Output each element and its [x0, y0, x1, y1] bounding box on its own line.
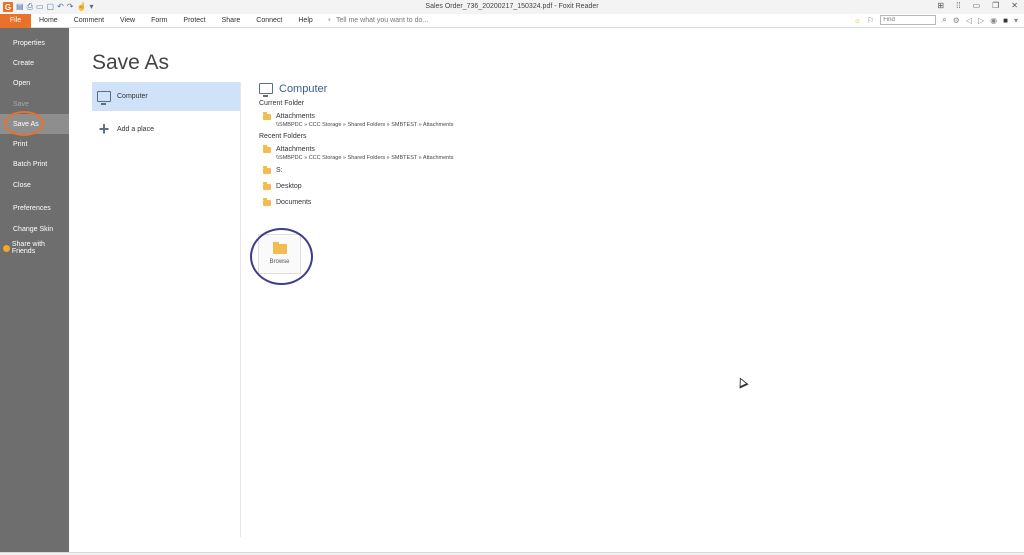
- menu-view[interactable]: View: [112, 14, 143, 28]
- undo-icon[interactable]: ↶: [57, 3, 64, 11]
- menu-form[interactable]: Form: [143, 14, 175, 28]
- menu-right-tools: ☼ ⚐ ⌕ ⚙ ◁ ▷ ◉ ■ ▾: [854, 15, 1018, 25]
- folder-path: \\SMBPDC » CCC Storage » Shared Folders …: [276, 155, 454, 161]
- current-folder-label: Current Folder: [259, 100, 305, 107]
- menu-share[interactable]: Share: [214, 14, 249, 28]
- recent-folder-item[interactable]: Desktop: [259, 178, 559, 194]
- sidebar-item-preferences[interactable]: Preferences: [0, 198, 69, 218]
- plus-icon: +: [98, 119, 110, 139]
- minimize-icon[interactable]: ▭: [973, 1, 981, 10]
- recent-folders-label: Recent Folders: [259, 133, 307, 140]
- detail-title: Computer: [279, 82, 328, 95]
- sidebar-item-print[interactable]: Print: [0, 134, 69, 154]
- close-icon[interactable]: ✕: [1011, 1, 1018, 10]
- menu-protect[interactable]: Protect: [175, 14, 213, 28]
- browse-highlight-circle: [250, 228, 313, 285]
- title-bar: G ▤ ⎙ ▭ ▢ ↶ ↷ ☝ ▾ Sales Order_736_202002…: [0, 0, 1024, 14]
- next-icon[interactable]: ▷: [978, 16, 984, 25]
- recent-folder-item[interactable]: Documents: [259, 194, 559, 210]
- menu-comment[interactable]: Comment: [66, 14, 112, 28]
- place-computer[interactable]: Computer: [92, 82, 240, 111]
- redo-icon[interactable]: ↷: [67, 3, 74, 11]
- user-icon[interactable]: ■: [1003, 16, 1008, 25]
- quick-access-toolbar: G ▤ ⎙ ▭ ▢ ↶ ↷ ☝ ▾: [0, 0, 93, 14]
- more-icon[interactable]: ▾: [1014, 16, 1018, 25]
- tell-me-text: Tell me what you want to do...: [336, 17, 429, 24]
- sidebar-item-create[interactable]: Create: [0, 53, 69, 73]
- apps-icon[interactable]: ⁞⁞: [956, 1, 960, 10]
- computer-icon: [259, 83, 273, 97]
- folder-name: S:: [276, 166, 283, 174]
- ribbon-menu-bar: File Home Comment View Form Protect Shar…: [0, 13, 1024, 28]
- print-icon[interactable]: ⎙: [27, 3, 33, 11]
- places-list: Computer + Add a place: [92, 82, 240, 143]
- page-title: Save As: [92, 51, 170, 74]
- share-icon: [3, 244, 10, 252]
- file-backstage-sidebar: Properties Create Open Save Save As Prin…: [0, 28, 69, 552]
- folder-name: Attachments: [276, 146, 315, 153]
- settings-icon[interactable]: ⚙: [953, 16, 960, 25]
- open-icon[interactable]: ▢: [47, 3, 55, 11]
- folder-icon: [263, 166, 271, 174]
- skin-icon[interactable]: ◉: [990, 16, 997, 25]
- menu-help[interactable]: Help: [290, 14, 320, 28]
- foxit-logo-icon: G: [3, 2, 13, 12]
- place-label: Add a place: [117, 125, 154, 133]
- folder-name: Documents: [276, 198, 312, 206]
- recent-folder-item[interactable]: Attachments \\SMBPDC » CCC Storage » Sha…: [259, 145, 559, 162]
- folder-name: Desktop: [276, 182, 302, 190]
- layout-icon[interactable]: ⊞: [937, 1, 944, 10]
- prev-icon[interactable]: ◁: [966, 16, 972, 25]
- place-label: Computer: [117, 93, 148, 100]
- folder-name: Attachments: [276, 113, 315, 120]
- find-input[interactable]: [880, 15, 937, 25]
- folder-icon: [263, 198, 271, 206]
- sidebar-item-properties[interactable]: Properties: [0, 33, 69, 53]
- save-icon[interactable]: ▤: [16, 3, 24, 11]
- menu-home[interactable]: Home: [31, 14, 66, 28]
- mouse-cursor-icon: [735, 375, 749, 389]
- menu-connect[interactable]: Connect: [248, 14, 290, 28]
- dropdown-icon[interactable]: ▾: [89, 3, 93, 11]
- sidebar-item-save: Save: [13, 100, 29, 108]
- sidebar-item-change-skin[interactable]: Change Skin: [0, 219, 69, 239]
- restore-icon[interactable]: ❐: [992, 1, 999, 10]
- sun-icon[interactable]: ☼: [854, 16, 861, 25]
- new-icon[interactable]: ▭: [36, 3, 44, 11]
- save-as-highlight-circle: [4, 111, 44, 136]
- lightbulb-icon: ♀: [326, 17, 333, 24]
- folder-path: \\SMBPDC » CCC Storage » Shared Folders …: [276, 122, 454, 128]
- search-icon[interactable]: ⌕: [942, 15, 946, 25]
- sidebar-item-batch-print[interactable]: Batch Print: [0, 154, 69, 174]
- menu-file[interactable]: File: [0, 13, 31, 28]
- computer-detail-panel: Computer Current Folder Attachments \\SM…: [259, 81, 559, 210]
- sidebar-item-share-with-friends[interactable]: Share with Friends: [0, 238, 69, 258]
- tell-me-box[interactable]: ♀ Tell me what you want to do...: [327, 17, 428, 24]
- folder-icon: [263, 112, 271, 120]
- window-controls: ⊞ ⁞⁞ ▭ ❐ ✕: [937, 1, 1018, 10]
- detail-header: Computer: [259, 81, 559, 97]
- sidebar-item-label: Share with Friends: [11, 241, 45, 255]
- panel-divider: [240, 82, 241, 537]
- current-folder-item[interactable]: Attachments \\SMBPDC » CCC Storage » Sha…: [259, 112, 559, 129]
- recent-folder-item[interactable]: S:: [259, 162, 559, 178]
- window-title: Sales Order_736_20200217_150324.pdf - Fo…: [425, 3, 599, 10]
- add-a-place-button[interactable]: + Add a place: [92, 115, 240, 143]
- sidebar-item-open[interactable]: Open: [0, 73, 69, 93]
- hand-icon[interactable]: ☝: [77, 3, 87, 11]
- bookmark-icon[interactable]: ⚐: [867, 16, 874, 25]
- sidebar-item-close[interactable]: Close: [0, 175, 69, 195]
- folder-icon: [263, 145, 271, 153]
- folder-icon: [263, 182, 271, 190]
- computer-icon: [97, 91, 111, 105]
